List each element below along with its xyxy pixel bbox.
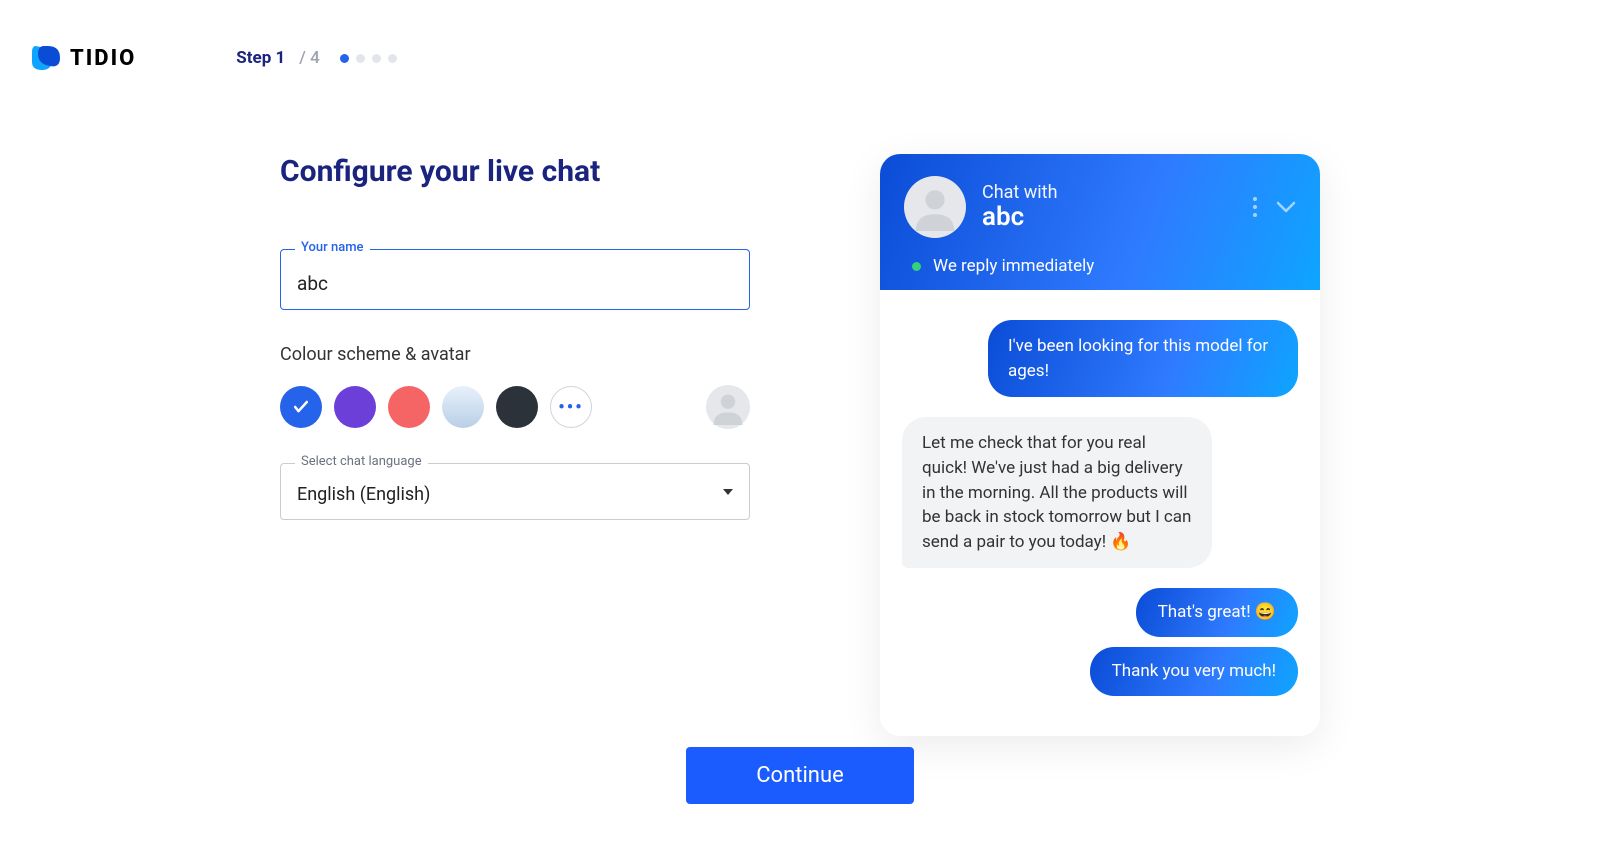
chat-widget: Chat with abc We reply immediately (880, 154, 1320, 736)
step-dot-4 (388, 54, 397, 63)
continue-button[interactable]: Continue (686, 747, 914, 804)
language-select[interactable]: Select chat language English (English) (280, 463, 750, 520)
chat-actions (1252, 196, 1296, 218)
reply-status-text: We reply immediately (933, 256, 1094, 276)
step-dot-1 (340, 54, 349, 63)
chevron-down-icon[interactable] (1276, 201, 1296, 213)
form-column: Configure your live chat Your name Colou… (280, 154, 750, 736)
logo-text: TIDIO (70, 46, 136, 71)
avatar-icon (710, 389, 746, 425)
stepper: Step 1 / 4 (236, 48, 396, 68)
avatar-icon (911, 183, 959, 231)
chat-message-user: I've been looking for this model for age… (988, 320, 1298, 397)
swatch-row: ••• (280, 385, 750, 429)
chat-message-user: That's great! 😄 (1136, 588, 1298, 637)
swatch-dark[interactable] (496, 386, 538, 428)
name-field-label: Your name (295, 240, 370, 255)
swatch-blue[interactable] (280, 386, 322, 428)
header: TIDIO Step 1 / 4 (0, 0, 1600, 74)
check-icon (291, 397, 311, 417)
swatch-coral[interactable] (388, 386, 430, 428)
name-field[interactable]: Your name (280, 249, 750, 310)
kebab-icon[interactable] (1252, 196, 1258, 218)
caret-down-icon (723, 489, 733, 495)
colour-section-label: Colour scheme & avatar (280, 344, 750, 365)
chat-avatar (904, 176, 966, 238)
reply-status: We reply immediately (912, 256, 1094, 276)
chat-with-label: Chat with (982, 182, 1236, 203)
status-dot-icon (912, 262, 921, 271)
logo-icon (30, 42, 62, 74)
step-total-label: / 4 (299, 48, 320, 68)
chat-message-user: Thank you very much! (1090, 647, 1298, 696)
logo: TIDIO (30, 42, 136, 74)
page-title: Configure your live chat (280, 154, 750, 189)
avatar-picker[interactable] (706, 385, 750, 429)
more-icon: ••• (558, 397, 583, 418)
swatch-lightblue[interactable] (442, 386, 484, 428)
language-select-label: Select chat language (295, 454, 428, 469)
footer: Continue (0, 747, 1600, 804)
step-dot-3 (372, 54, 381, 63)
step-dot-2 (356, 54, 365, 63)
preview-column: Chat with abc We reply immediately (880, 154, 1320, 736)
language-select-value: English (English) (297, 484, 733, 505)
step-current-label: Step 1 (236, 48, 285, 68)
name-input[interactable] (297, 272, 733, 295)
chat-message-agent: Let me check that for you real quick! We… (902, 417, 1212, 568)
chat-header: Chat with abc We reply immediately (880, 154, 1320, 290)
swatch-purple[interactable] (334, 386, 376, 428)
step-dots (340, 54, 397, 63)
main: Configure your live chat Your name Colou… (0, 74, 1600, 736)
swatch-more-button[interactable]: ••• (550, 386, 592, 428)
chat-body: I've been looking for this model for age… (880, 290, 1320, 736)
chat-message-group: That's great! 😄 Thank you very much! (902, 588, 1298, 695)
chat-name: abc (982, 203, 1236, 232)
